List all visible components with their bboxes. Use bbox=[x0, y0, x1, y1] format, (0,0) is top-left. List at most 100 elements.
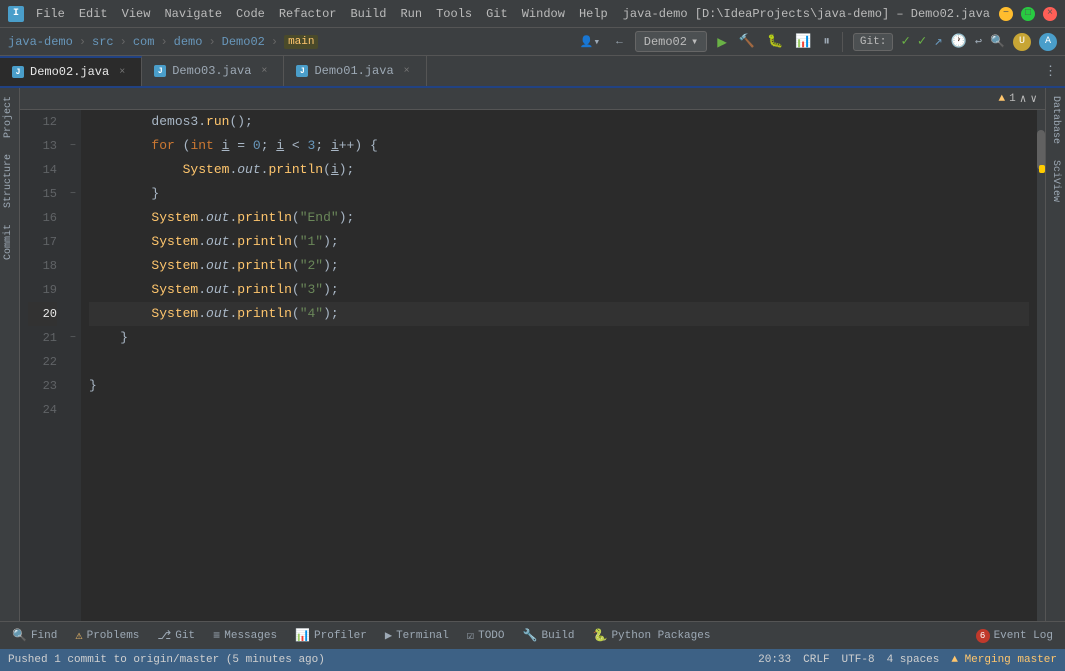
commit-panel-label[interactable]: Commit bbox=[0, 216, 19, 268]
status-warning[interactable]: ▲ Merging master bbox=[951, 654, 1057, 666]
code-line-14: System.out.println(i); bbox=[89, 158, 1029, 182]
menu-git[interactable]: Git bbox=[480, 5, 514, 23]
git-bottom-label: Git bbox=[175, 630, 195, 642]
menu-refactor[interactable]: Refactor bbox=[273, 5, 343, 23]
breadcrumb-src[interactable]: src bbox=[92, 35, 114, 49]
tab-more-button[interactable]: ⋮ bbox=[1036, 56, 1065, 86]
terminal-button[interactable]: ▶ Terminal bbox=[377, 625, 457, 647]
menu-window[interactable]: Window bbox=[516, 5, 571, 23]
breadcrumb-com[interactable]: com bbox=[133, 35, 155, 49]
database-panel-label[interactable]: Database bbox=[1047, 88, 1064, 152]
fold-20 bbox=[65, 302, 81, 326]
git-bottom-button[interactable]: ⎇ Git bbox=[149, 625, 203, 647]
build-bottom-button[interactable]: 🔧 Build bbox=[515, 625, 583, 647]
code-editor[interactable]: 12 13 14 15 16 17 18 19 20 21 22 23 24 − bbox=[20, 110, 1045, 621]
warning-up-arrow[interactable]: ∧ bbox=[1020, 92, 1027, 106]
find-icon: 🔍 bbox=[12, 628, 27, 643]
menu-navigate[interactable]: Navigate bbox=[158, 5, 228, 23]
status-crlf[interactable]: CRLF bbox=[803, 654, 829, 666]
git-checkmark2[interactable]: ✓ bbox=[918, 33, 926, 50]
python-packages-button[interactable]: 🐍 Python Packages bbox=[584, 625, 718, 647]
undo-button[interactable]: ↩ bbox=[975, 34, 982, 49]
fold-21[interactable]: − bbox=[65, 326, 81, 350]
tab-demo01[interactable]: J Demo01.java × bbox=[284, 56, 426, 86]
tab-demo02[interactable]: J Demo02.java × bbox=[0, 56, 142, 86]
menu-run[interactable]: Run bbox=[394, 5, 428, 23]
line-17: 17 bbox=[28, 230, 57, 254]
coverage-button[interactable]: 📊 bbox=[793, 32, 813, 51]
menu-code[interactable]: Code bbox=[230, 5, 271, 23]
profiler-button[interactable]: 📊 Profiler bbox=[287, 625, 375, 647]
code-line-20: System.out.println("4"); bbox=[89, 302, 1029, 326]
app-icon: I bbox=[8, 6, 24, 22]
build-button[interactable]: 🔨 bbox=[737, 32, 757, 51]
todo-button[interactable]: ☑ TODO bbox=[459, 625, 513, 647]
status-line-col[interactable]: 20:33 bbox=[758, 654, 791, 666]
line-numbers: 12 13 14 15 16 17 18 19 20 21 22 23 24 bbox=[20, 110, 65, 621]
search-button[interactable]: 🔍 bbox=[990, 34, 1005, 49]
vcs-icon[interactable]: 👤▾ bbox=[576, 33, 604, 51]
structure-panel-label[interactable]: Structure bbox=[0, 146, 19, 216]
fold-15[interactable]: − bbox=[65, 182, 81, 206]
messages-button[interactable]: ≡ Messages bbox=[205, 625, 285, 647]
avatar[interactable]: U bbox=[1013, 33, 1031, 51]
sciview-panel-label[interactable]: SciView bbox=[1047, 152, 1064, 210]
tab-demo03[interactable]: J Demo03.java × bbox=[142, 56, 284, 86]
breadcrumb-project[interactable]: java-demo bbox=[8, 35, 73, 49]
fold-13[interactable]: − bbox=[65, 134, 81, 158]
project-panel-label[interactable]: Project bbox=[0, 88, 19, 146]
run-config-selector[interactable]: Demo02 ▾ bbox=[635, 31, 707, 52]
close-button[interactable]: × bbox=[1043, 7, 1057, 21]
profiler-label: Profiler bbox=[314, 630, 367, 642]
menu-tools[interactable]: Tools bbox=[430, 5, 478, 23]
code-line-16: System.out.println("End"); bbox=[89, 206, 1029, 230]
build-icon: 🔧 bbox=[523, 628, 538, 643]
run-config-dropdown-icon: ▾ bbox=[691, 34, 698, 49]
breadcrumb-demo[interactable]: demo bbox=[174, 35, 203, 49]
git-button[interactable]: Git: bbox=[853, 33, 893, 51]
run-button[interactable]: ▶ bbox=[715, 30, 729, 54]
git-checkmark[interactable]: ✓ bbox=[901, 33, 909, 50]
maximize-button[interactable]: □ bbox=[1021, 7, 1035, 21]
menu-build[interactable]: Build bbox=[344, 5, 392, 23]
warning-down-arrow[interactable]: ∨ bbox=[1030, 92, 1037, 106]
code-line-23: } bbox=[89, 374, 1029, 398]
tab-close-demo02[interactable]: × bbox=[115, 65, 129, 79]
menu-file[interactable]: File bbox=[30, 5, 71, 23]
code-text-area[interactable]: demos3.run(); for (int i = 0; i < 3; i++… bbox=[81, 110, 1037, 621]
code-line-13: for (int i = 0; i < 3; i++) { bbox=[89, 134, 1029, 158]
status-right: 20:33 CRLF UTF-8 4 spaces ▲ Merging mast… bbox=[758, 654, 1057, 666]
event-count-badge: 6 bbox=[976, 629, 990, 643]
breadcrumb-file[interactable]: Demo02 bbox=[222, 35, 265, 49]
minimize-button[interactable]: − bbox=[999, 7, 1013, 21]
tab-label-demo01: Demo01.java bbox=[314, 64, 393, 78]
stop-button[interactable]: ⏸ bbox=[821, 32, 832, 51]
avatar2[interactable]: A bbox=[1039, 33, 1057, 51]
menu-edit[interactable]: Edit bbox=[73, 5, 114, 23]
debug-button[interactable]: 🐛 bbox=[765, 32, 785, 51]
menu-help[interactable]: Help bbox=[573, 5, 614, 23]
git-push[interactable]: ↗ bbox=[934, 33, 942, 50]
status-charset[interactable]: UTF-8 bbox=[842, 654, 875, 666]
bottom-toolbar: 🔍 Find ⚠ Problems ⎇ Git ≡ Messages 📊 Pro… bbox=[0, 621, 1065, 649]
fold-19 bbox=[65, 278, 81, 302]
status-bar: Pushed 1 commit to origin/master (5 minu… bbox=[0, 649, 1065, 671]
git-bottom-icon: ⎇ bbox=[157, 628, 171, 643]
breadcrumb-method[interactable]: main bbox=[284, 35, 318, 49]
line-23: 23 bbox=[28, 374, 57, 398]
history-button[interactable]: 🕐 bbox=[951, 34, 967, 49]
status-indent[interactable]: 4 spaces bbox=[887, 654, 940, 666]
vertical-scrollbar[interactable] bbox=[1037, 110, 1045, 621]
fold-16 bbox=[65, 206, 81, 230]
tab-close-demo03[interactable]: × bbox=[257, 64, 271, 78]
fold-24 bbox=[65, 398, 81, 422]
event-log-label: Event Log bbox=[994, 630, 1053, 642]
event-log-button[interactable]: 6 Event Log bbox=[968, 625, 1061, 647]
find-button[interactable]: 🔍 Find bbox=[4, 625, 65, 647]
todo-label: TODO bbox=[478, 630, 504, 642]
menu-view[interactable]: View bbox=[116, 5, 157, 23]
scrollbar-thumb[interactable] bbox=[1037, 130, 1045, 170]
problems-button[interactable]: ⚠ Problems bbox=[67, 625, 147, 647]
back-button[interactable]: ← bbox=[612, 34, 627, 50]
tab-close-demo01[interactable]: × bbox=[400, 64, 414, 78]
